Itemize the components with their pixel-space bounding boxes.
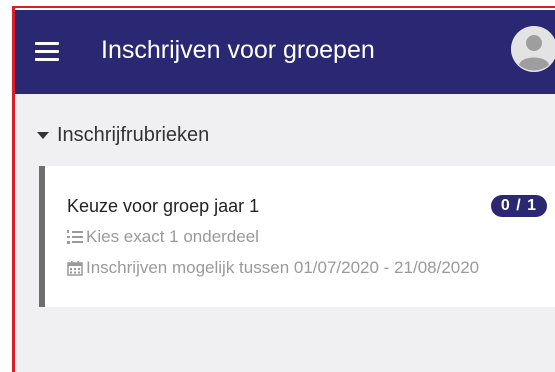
app-window: Inschrijven voor groepen Inschrijfrubrie… [0,0,555,372]
registration-card[interactable]: Keuze voor groep jaar 1 0 / 1 Kies exact… [39,166,555,307]
rule-row: Kies exact 1 onderdeel [67,227,259,247]
rule-text: Kies exact 1 onderdeel [86,227,259,246]
section-title: Inschrijfrubrieken [57,123,210,146]
window-border-top [0,0,555,8]
ordered-list-icon [67,229,83,245]
section-toggle[interactable]: Inschrijfrubrieken [37,122,209,148]
page-title: Inschrijven voor groepen [101,36,375,64]
count-badge: 0 / 1 [490,195,547,217]
user-avatar-icon[interactable] [511,26,555,72]
period-row: Inschrijven mogelijk tussen 01/07/2020 -… [67,258,479,278]
hamburger-menu-icon[interactable] [35,40,63,62]
app-bar: Inschrijven voor groepen [15,10,555,94]
main-content: Inschrijfrubrieken Keuze voor groep jaar… [15,94,555,372]
period-text: Inschrijven mogelijk tussen 01/07/2020 -… [86,258,480,277]
caret-down-icon [37,132,49,139]
card-title: Keuze voor groep jaar 1 [67,196,260,216]
calendar-icon [67,260,83,276]
